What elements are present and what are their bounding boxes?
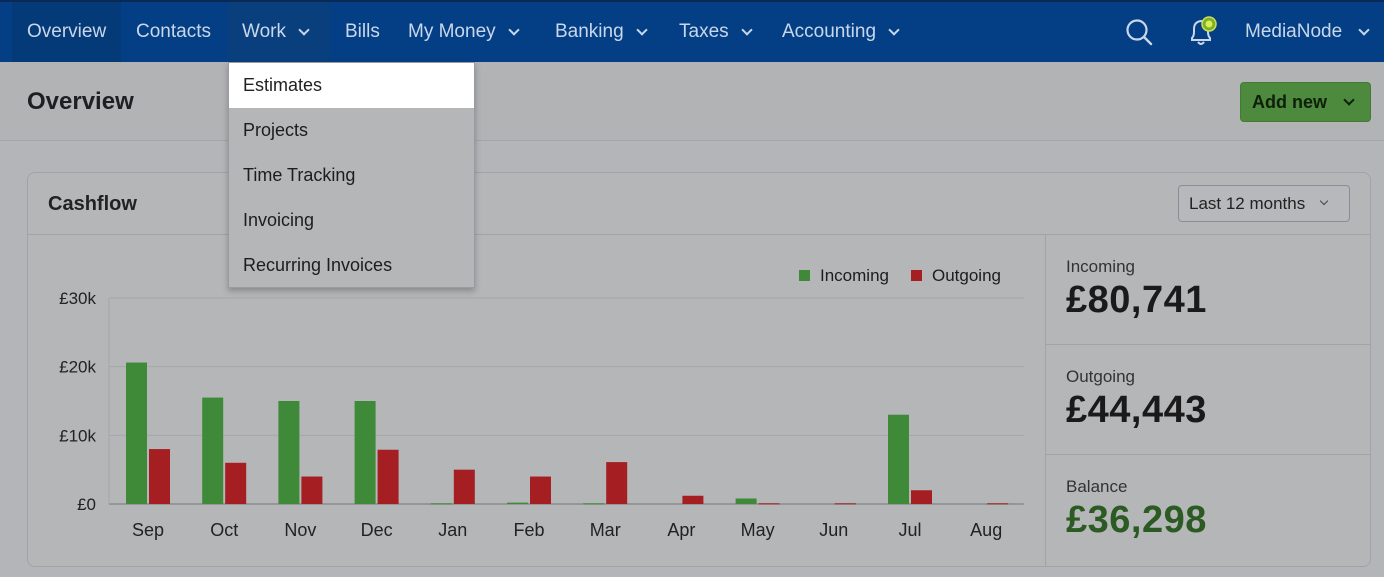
nav-my-money-label: My Money [408, 21, 496, 42]
x-tick-label: Mar [590, 520, 621, 540]
top-nav: Overview Contacts Work Bills My Money Ba… [0, 0, 1384, 62]
x-tick-label: Apr [667, 520, 695, 540]
nav-my-money[interactable]: My Money [393, 2, 533, 62]
cashflow-chart: £0 £10k £20k £30k Sep Oct Nov Dec Jan Feb Mar Apr M… [28, 235, 1045, 566]
nav-bills[interactable]: Bills [330, 2, 395, 62]
incoming-stat-label: Incoming [1066, 257, 1135, 276]
cashflow-chart-svg: £0 £10k £20k £30k Sep Oct Nov Dec Jan Feb Mar Apr M… [59, 266, 1024, 540]
chevron-down-icon [298, 23, 310, 36]
balance-stat: Balance £36,298 [1046, 455, 1371, 565]
menu-item-estimates[interactable]: Estimates [229, 63, 474, 108]
nav-overview-label: Overview [27, 21, 107, 42]
period-select[interactable]: Last 12 months [1178, 185, 1350, 222]
add-new-label: Add new [1252, 91, 1327, 112]
outgoing-stat: Outgoing £44,443 [1046, 345, 1371, 455]
outgoing-bar-jan[interactable] [453, 469, 475, 504]
outgoing-bar-jun[interactable] [834, 503, 856, 505]
y-tick-label: £20k [59, 358, 96, 377]
menu-item-projects[interactable]: Projects [229, 108, 474, 153]
chevron-down-icon [1320, 196, 1329, 206]
nav-work-label: Work [242, 21, 286, 42]
outgoing-bar-mar[interactable] [606, 462, 628, 504]
x-tick-label: Feb [513, 520, 544, 540]
outgoing-stat-label: Outgoing [1066, 367, 1135, 386]
x-tick-label: Nov [284, 520, 316, 540]
menu-item-recurring-invoices[interactable]: Recurring Invoices [229, 243, 474, 288]
y-tick-label: £10k [59, 426, 96, 445]
x-tick-label: Jan [438, 520, 467, 540]
incoming-bar-mar[interactable] [583, 503, 605, 505]
bell-icon [1191, 16, 1217, 45]
work-dropdown-menu: Estimates Projects Time Tracking Invoici… [228, 62, 475, 288]
incoming-bar-feb[interactable] [507, 502, 528, 504]
menu-item-time-tracking[interactable]: Time Tracking [229, 153, 474, 198]
nav-overview[interactable]: Overview [12, 2, 122, 62]
search-icon [1126, 19, 1153, 46]
nav-accounting[interactable]: Accounting [767, 2, 913, 62]
x-tick-label: Jun [819, 520, 848, 540]
incoming-bar-oct[interactable] [202, 397, 224, 504]
y-tick-label: £0 [77, 495, 96, 514]
x-tick-label: May [741, 520, 775, 540]
period-select-value: Last 12 months [1189, 193, 1306, 213]
outgoing-bar-dec[interactable] [377, 449, 399, 504]
nav-banking-label: Banking [555, 21, 624, 42]
incoming-bar-nov[interactable] [278, 401, 300, 504]
chevron-down-icon [740, 23, 753, 36]
outgoing-stat-value: £44,443 [1066, 389, 1207, 431]
incoming-stat: Incoming £80,741 [1046, 235, 1371, 345]
nav-banking[interactable]: Banking [540, 2, 661, 62]
notifications-button[interactable] [1184, 2, 1220, 62]
outgoing-bar-apr[interactable] [682, 495, 704, 504]
cashflow-title: Cashflow [48, 193, 137, 215]
nav-taxes-label: Taxes [679, 21, 729, 42]
outgoing-bar-may[interactable] [758, 503, 780, 505]
menu-item-invoicing[interactable]: Invoicing [229, 198, 474, 243]
chevron-down-icon [507, 23, 520, 36]
incoming-bar-jan[interactable] [430, 503, 452, 505]
x-tick-label: Jul [898, 520, 921, 540]
nav-accounting-label: Accounting [782, 21, 877, 42]
account-name: MediaNode [1245, 21, 1343, 42]
balance-stat-value: £36,298 [1066, 499, 1207, 541]
outgoing-bar-sep[interactable] [149, 449, 170, 504]
legend-outgoing-label: Outgoing [932, 266, 1001, 285]
legend-outgoing-swatch [911, 270, 922, 281]
page-title: Overview [27, 88, 134, 115]
cashflow-summary: Incoming £80,741 Outgoing £44,443 Balanc… [1045, 235, 1371, 566]
legend-incoming-label: Incoming [820, 266, 889, 285]
outgoing-bar-aug[interactable] [987, 503, 1009, 505]
account-menu[interactable]: MediaNode [1245, 2, 1370, 62]
incoming-bar-jul[interactable] [888, 414, 909, 504]
y-tick-label: £30k [59, 289, 96, 308]
incoming-stat-value: £80,741 [1066, 279, 1207, 321]
page-header: Overview Add new [0, 62, 1384, 141]
x-tick-label: Sep [132, 520, 164, 540]
legend-incoming-swatch [799, 270, 810, 281]
nav-contacts-label: Contacts [136, 21, 211, 42]
chevron-down-icon [1343, 93, 1355, 106]
add-new-button[interactable]: Add new [1240, 82, 1371, 122]
chevron-down-icon [888, 23, 900, 36]
nav-contacts[interactable]: Contacts [121, 2, 226, 62]
outgoing-bar-oct[interactable] [225, 462, 247, 504]
outgoing-bar-nov[interactable] [301, 476, 323, 504]
incoming-bar-may[interactable] [735, 498, 757, 504]
outgoing-bar-feb[interactable] [530, 476, 551, 504]
x-tick-label: Oct [210, 520, 238, 540]
incoming-bar-sep[interactable] [126, 362, 147, 504]
outgoing-bar-jul[interactable] [911, 490, 932, 504]
chevron-down-icon [1358, 23, 1370, 36]
nav-work[interactable]: Work [227, 2, 330, 62]
x-tick-label: Dec [361, 520, 393, 540]
search-button[interactable] [1124, 2, 1154, 62]
chevron-down-icon [636, 23, 648, 36]
nav-bills-label: Bills [345, 21, 380, 42]
incoming-bar-dec[interactable] [354, 401, 376, 504]
x-tick-label: Aug [970, 520, 1002, 540]
nav-taxes[interactable]: Taxes [664, 2, 766, 62]
balance-stat-label: Balance [1066, 477, 1128, 496]
